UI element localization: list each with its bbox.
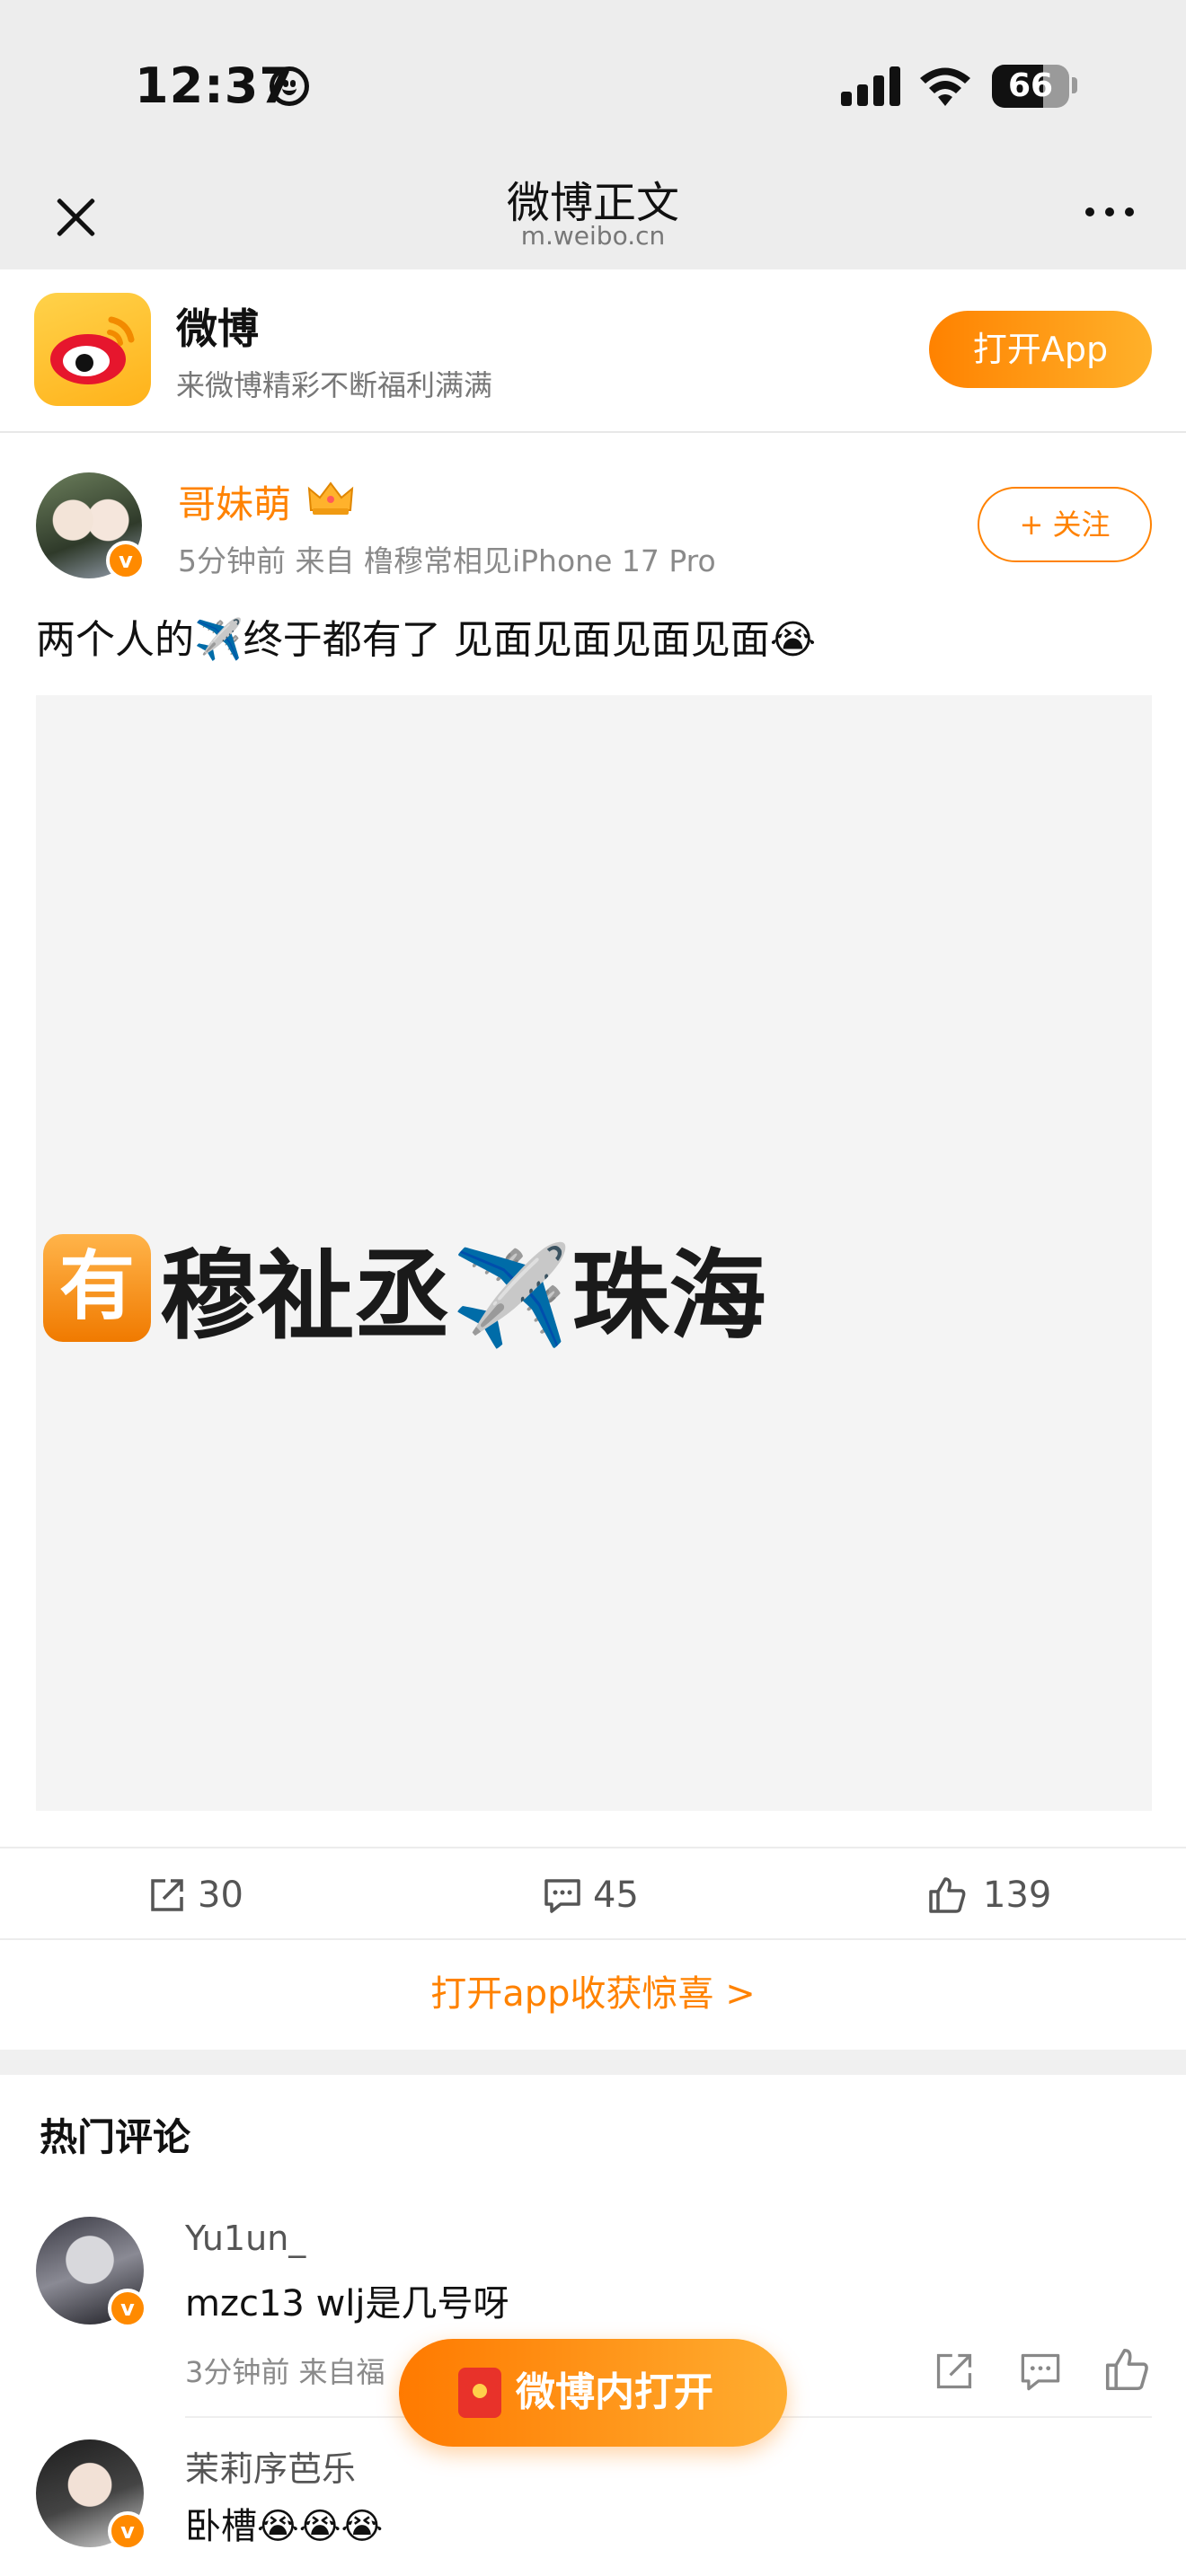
image-content: 有穆祉丞✈️珠海: [43, 1218, 766, 1358]
comment-count: 45: [593, 1875, 639, 1916]
verified-badge-icon: v: [108, 2511, 147, 2551]
comment-meta: 3分钟前 来自福: [185, 2355, 385, 2389]
open-app-button[interactable]: 打开App: [929, 311, 1152, 388]
verified-badge-icon: v: [106, 541, 146, 580]
follow-button[interactable]: + 关注: [978, 487, 1152, 562]
comment-like-icon[interactable]: [1103, 2346, 1150, 2393]
section-divider: [0, 2050, 1186, 2075]
like-button[interactable]: 139: [927, 1848, 1071, 1942]
image-badge: 有: [43, 1234, 151, 1342]
hot-comments-title: 热门评论: [40, 2115, 191, 2159]
like-count: 139: [983, 1875, 1052, 1916]
post-action-bar: 30 45 139: [0, 1847, 1186, 1940]
comment-text: mzc13 wlj是几号呀: [185, 2283, 509, 2325]
share-icon: [151, 1879, 183, 1911]
post-meta: 5分钟前 来自 橹穆常相见iPhone 17 Pro: [178, 543, 716, 578]
banner-app-name: 微博: [176, 304, 259, 353]
battery-percent: 66: [1007, 67, 1054, 104]
cellular-signal-icon: [841, 66, 904, 106]
follow-label: 关注: [1052, 507, 1111, 542]
comment-avatar[interactable]: v: [36, 2217, 147, 2328]
repost-count: 30: [198, 1875, 243, 1916]
verified-badge-icon: v: [108, 2289, 147, 2328]
battery-tip: [1072, 77, 1077, 93]
weibo-logo-icon: [34, 293, 151, 406]
nav-bar: 微博正文 m.weibo.cn: [0, 162, 1186, 269]
author-avatar[interactable]: v: [36, 472, 146, 580]
comment-icon: [544, 1879, 580, 1913]
status-bar: 12:37 66: [0, 0, 1186, 162]
comment-author[interactable]: 茉莉序芭乐: [185, 2441, 356, 2491]
plus-icon: +: [1019, 507, 1053, 542]
image-caption: 穆祉丞✈️珠海: [160, 1240, 766, 1353]
wifi-icon: [920, 67, 970, 106]
comment-text: 卧槽😭😭😭: [185, 2506, 384, 2547]
comment-author[interactable]: Yu1un_: [185, 2219, 305, 2258]
red-envelope-icon: [458, 2368, 501, 2418]
comment-button[interactable]: 45: [543, 1848, 668, 1942]
smiley-icon: [270, 66, 309, 106]
comment-avatar[interactable]: v: [36, 2439, 147, 2551]
open-in-weibo-button[interactable]: 微博内打开: [399, 2339, 787, 2447]
more-options-icon[interactable]: [1078, 203, 1141, 221]
comment-reply-icon[interactable]: [1019, 2350, 1062, 2393]
page-url: m.weibo.cn: [520, 221, 666, 251]
crown-icon: [307, 481, 354, 515]
open-app-gift-link[interactable]: 打开app收获惊喜 >: [0, 1940, 1186, 2048]
battery-icon: 66: [992, 65, 1069, 108]
app-download-banner: 微博 来微博精彩不断福利满满 打开App: [0, 269, 1186, 433]
comment-share-icon[interactable]: [933, 2350, 976, 2393]
author-name[interactable]: 哥妹萌: [178, 474, 291, 529]
repost-button[interactable]: 30: [147, 1848, 273, 1942]
banner-subtitle: 来微博精彩不断福利满满: [176, 368, 493, 402]
post-image[interactable]: 有穆祉丞✈️珠海: [36, 695, 1152, 1811]
thumbs-up-icon: [929, 1877, 966, 1913]
open-in-weibo-label: 微博内打开: [516, 2369, 713, 2415]
post-text: 两个人的✈️终于都有了 见面见面见面见面😭: [36, 617, 817, 663]
